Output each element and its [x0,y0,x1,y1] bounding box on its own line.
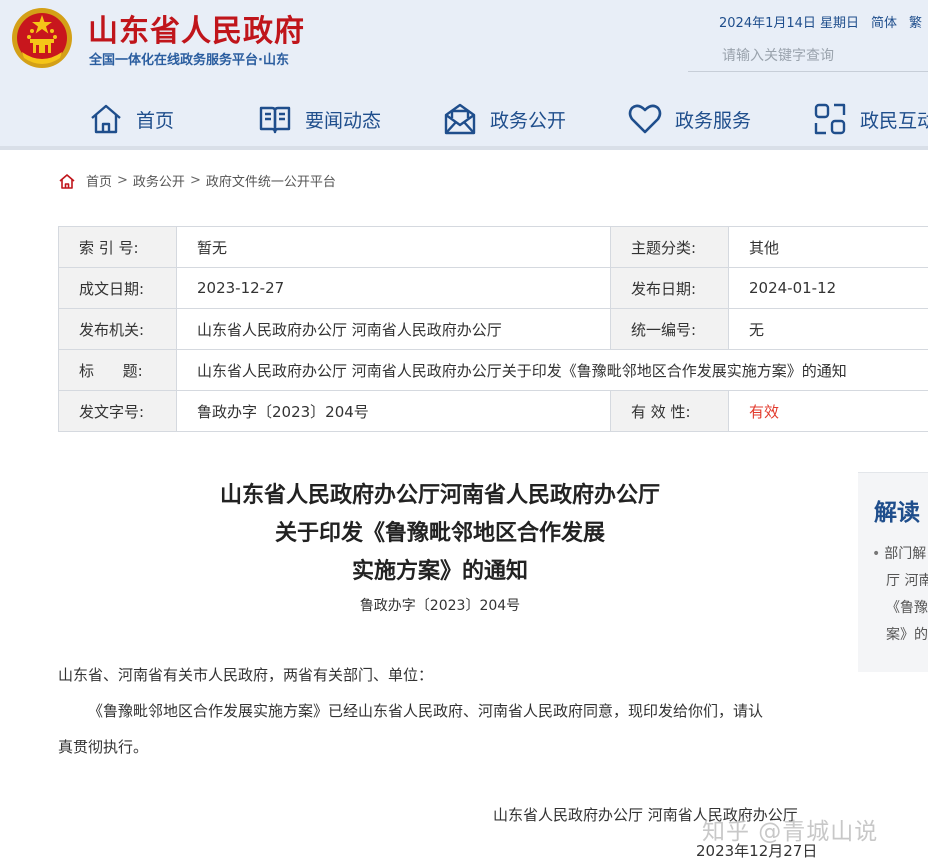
home-icon [91,104,121,134]
heart-icon [628,104,662,134]
nav-label: 政民互动 [860,109,928,132]
meta-value: 山东省人民政府办公厅 河南省人民政府办公厅关于印发《鲁豫毗邻地区合作发展实施方案… [176,349,928,391]
meta-key: 发布日期: [610,267,729,309]
breadcrumb-open-affairs[interactable]: 政务公开 [133,171,185,190]
meta-row: 成文日期: 2023-12-27 发布日期: 2024-01-12 [58,267,928,309]
validity-status: 有效 [728,390,928,432]
meta-key: 成文日期: [58,267,177,309]
meta-row: 标 题: 山东省人民政府办公厅 河南省人民政府办公厅关于印发《鲁豫毗邻地区合作发… [58,349,928,391]
interpretation-link[interactable]: • 部门解 厅 河南 《鲁豫 案》的 [872,541,928,649]
meta-row: 发文字号: 鲁政办字〔2023〕204号 有 效 性: 有效 [58,390,928,432]
document-meta-table: 索 引 号: 暂无 主题分类: 其他 成文日期: 2023-12-27 发布日期… [58,226,928,432]
nav-item-open-affairs[interactable]: 政务公开 [442,96,566,142]
national-emblem-icon[interactable] [10,6,74,70]
top-bar: 2024年1月14日 星期日 简体繁 [719,12,928,31]
meta-value: 无 [728,308,928,350]
body-paragraph: 《鲁豫毗邻地区合作发展实施方案》已经山东省人民政府、河南省人民政府同意，现印发给… [88,702,764,720]
breadcrumb-home[interactable]: 首页 [86,171,112,190]
book-icon [259,106,291,134]
interpretation-panel: 解读 • 部门解 厅 河南 《鲁豫 案》的 [858,472,928,672]
meta-value: 山东省人民政府办公厅 河南省人民政府办公厅 [176,308,611,350]
meta-value: 暂无 [176,226,611,268]
interpretation-title: 解读 [874,500,920,526]
nav-label: 政务公开 [490,109,567,132]
watermark: 知乎 @青城山说 [702,819,879,845]
main-nav: 首页 要闻动态 政务公开 政务服务 政民互动 [0,96,928,142]
nav-item-home[interactable]: 首页 [88,96,174,142]
meta-key: 有 效 性: [610,390,729,432]
nav-item-news[interactable]: 要闻动态 [257,96,381,142]
bullet-icon: • [872,546,881,562]
body-paragraph-continued: 真贯彻执行。 [58,738,149,756]
document-title-line: 实施方案》的通知 [351,559,528,584]
nav-label: 首页 [136,109,175,132]
nav-item-services[interactable]: 政务服务 [627,96,751,142]
breadcrumb-separator: > [117,173,128,188]
site-title[interactable]: 山东省人民政府 [88,6,305,50]
document-number: 鲁政办字〔2023〕204号 [359,598,521,614]
meta-value: 其他 [728,226,928,268]
document-title-line: 关于印发《鲁豫毗邻地区合作发展 [274,521,605,546]
lang-simplified-link[interactable]: 简体 [871,16,897,31]
interpretation-text: 部门解 [884,546,927,562]
meta-row: 发布机关: 山东省人民政府办公厅 河南省人民政府办公厅 统一编号: 无 [58,308,928,350]
home-icon [59,173,75,189]
nav-label: 政务服务 [675,109,752,132]
salutation: 山东省、河南省有关市人民政府，两省有关部门、单位： [58,666,434,684]
search-input[interactable] [688,40,928,71]
lang-traditional-link[interactable]: 繁 [909,16,922,31]
meta-value: 鲁政办字〔2023〕204号 [176,390,611,432]
interpretation-text: 案》的 [886,627,928,643]
current-date: 2024年1月14日 星期日 [719,16,860,31]
meta-key: 标 题: [58,349,177,391]
meta-row: 索 引 号: 暂无 主题分类: 其他 [58,226,928,268]
meta-key: 主题分类: [610,226,729,268]
document-title-line: 山东省人民政府办公厅河南省人民政府办公厅 [219,483,660,508]
meta-value: 2023-12-27 [176,267,611,309]
breadcrumb-document-platform[interactable]: 政府文件统一公开平台 [206,171,336,190]
breadcrumb-separator: > [189,173,201,188]
breadcrumb: 首页 > 政务公开 > 政府文件统一公开平台 [58,171,336,190]
search-box [688,40,928,72]
site-header: 山东省人民政府 全国一体化在线政务服务平台·山东 2024年1月14日 星期日简… [0,0,928,150]
meta-key: 发文字号: [58,390,177,432]
site-subtitle[interactable]: 全国一体化在线政务服务平台·山东 [89,49,289,68]
meta-key: 发布机关: [58,308,177,350]
meta-key: 统一编号: [610,308,729,350]
interpretation-text: 厅 河南 [886,573,928,589]
mail-icon [444,103,476,135]
nav-item-interaction[interactable]: 政民互动 [812,96,928,142]
meta-value: 2024-01-12 [728,267,928,309]
document-title: 山东省人民政府办公厅河南省人民政府办公厅 关于印发《鲁豫毗邻地区合作发展 实施方… [130,477,750,591]
meta-key: 索 引 号: [58,226,177,268]
interaction-icon [814,103,846,135]
nav-label: 要闻动态 [305,109,382,132]
interpretation-text: 《鲁豫 [886,600,928,616]
